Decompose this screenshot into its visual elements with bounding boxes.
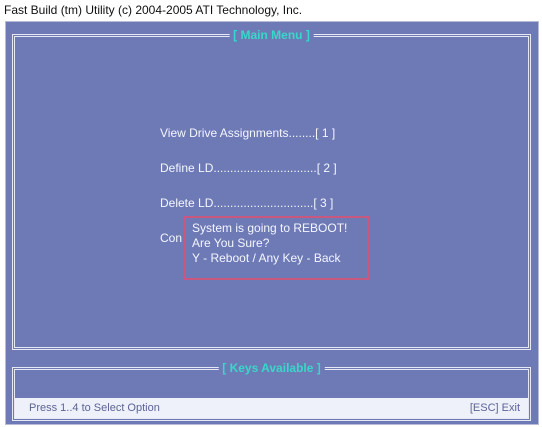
menu-item-define-ld[interactable]: Define LD...............................…	[160, 161, 337, 175]
select-option-hint: Press 1..4 to Select Option	[29, 402, 160, 414]
window-title: Fast Build (tm) Utility (c) 2004-2005 AT…	[4, 3, 303, 17]
reboot-options-text[interactable]: Y - Reboot / Any Key - Back	[192, 251, 367, 266]
menu-item-delete-ld[interactable]: Delete LD..............................[…	[160, 196, 333, 210]
bios-screen: [ Main Menu ] View Drive Assignments....…	[5, 21, 539, 425]
keys-status-bar: Press 1..4 to Select Option [ESC] Exit	[15, 398, 528, 418]
menu-item-con[interactable]: Con	[160, 231, 182, 245]
reboot-warning-text: System is going to REBOOT!	[192, 221, 348, 235]
reboot-confirm-dialog: System is going to REBOOT! Are You Sure?…	[184, 216, 369, 280]
keys-available-panel: [ Keys Available ] Press 1..4 to Select …	[12, 361, 531, 421]
keys-available-title: [ Keys Available ]	[218, 361, 325, 375]
menu-item-view-drive-assignments[interactable]: View Drive Assignments........[ 1 ]	[160, 126, 335, 140]
reboot-question-text: Are You Sure?	[192, 236, 270, 250]
main-menu-title: [ Main Menu ]	[229, 28, 314, 42]
esc-exit-hint[interactable]: [ESC] Exit	[470, 398, 520, 418]
main-menu-panel: [ Main Menu ] View Drive Assignments....…	[12, 28, 531, 350]
